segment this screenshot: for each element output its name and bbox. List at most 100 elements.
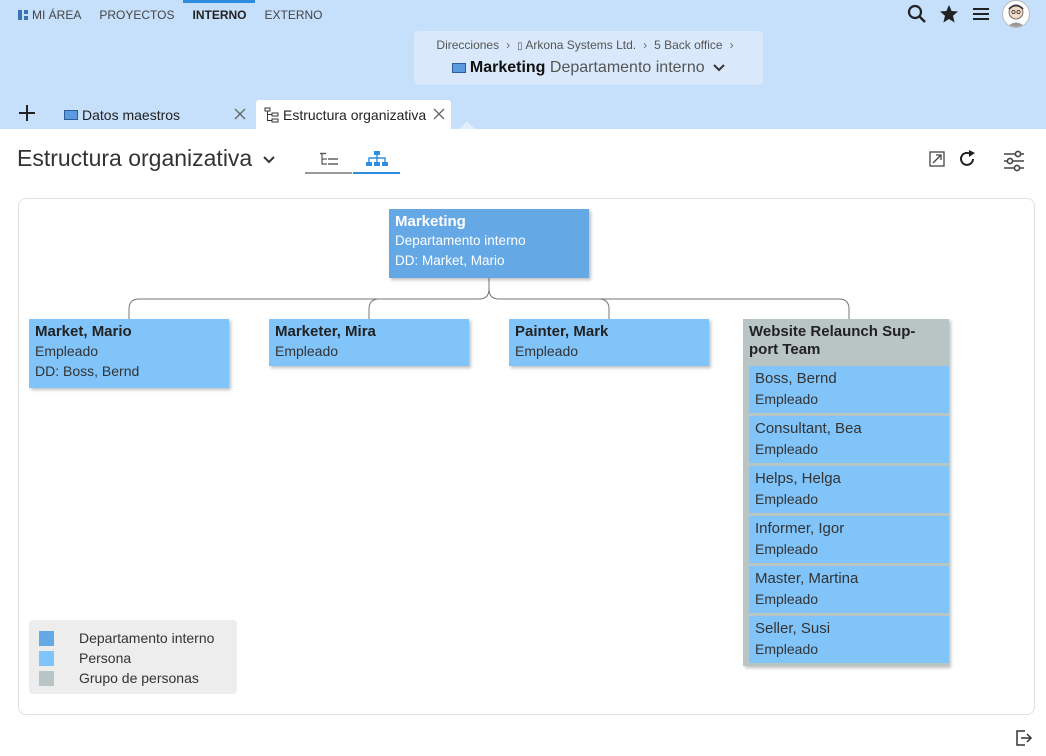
tab-datos-maestros[interactable]: Datos maestros [56, 100, 252, 129]
avatar[interactable] [1002, 0, 1030, 28]
department-icon [451, 62, 466, 73]
list-view-button[interactable] [305, 145, 352, 174]
member-role: Empleado [755, 591, 819, 607]
node-type: Departamento interno [395, 233, 526, 248]
department-icon [64, 109, 78, 120]
breadcrumb-separator: › [729, 38, 734, 52]
breadcrumb-item-company[interactable]: ▯ Arkona Systems Ltd. [517, 38, 636, 52]
nav-label: PROYECTOS [99, 8, 175, 22]
org-node-group[interactable]: Website Relaunch Sup-port Team Boss, Ber… [743, 319, 949, 666]
member-role: Empleado [755, 641, 819, 657]
org-node-person[interactable]: Market, Mario Empleado DD: Boss, Bernd [29, 319, 229, 388]
node-name: Market, Mario [35, 323, 132, 340]
member-role: Empleado [755, 391, 819, 407]
app-header: MI ÁREA PROYECTOS INTERNO EXTERNO Direcc… [0, 0, 1046, 97]
group-member[interactable]: Helps, Helga Empleado [749, 466, 949, 513]
member-name: Master, Martina [755, 570, 859, 587]
member-name: Helps, Helga [755, 470, 841, 487]
close-icon[interactable] [433, 108, 445, 120]
member-name: Seller, Susi [755, 620, 831, 637]
node-dd: DD: Boss, Bernd [35, 363, 140, 379]
nav-interno[interactable]: INTERNO [183, 0, 256, 30]
tab-estructura-organizativa[interactable]: Estructura organizativa [256, 100, 451, 129]
breadcrumb: Direcciones › ▯ Arkona Systems Ltd. › 5 Back… [414, 38, 763, 52]
breadcrumb-item[interactable]: 5 Back office [654, 38, 722, 52]
org-tree-icon [264, 107, 279, 122]
context-type: Departamento interno [549, 59, 705, 76]
legend-item: Grupo de personas [39, 669, 199, 687]
refresh-button[interactable] [956, 148, 978, 170]
nav-label: EXTERNO [264, 8, 323, 22]
member-role: Empleado [755, 541, 819, 557]
nav-label: INTERNO [192, 8, 247, 22]
close-icon[interactable] [234, 108, 246, 120]
expand-button[interactable] [926, 148, 948, 170]
legend-swatch [39, 670, 54, 686]
node-dd: DD: Market, Mario [395, 253, 505, 268]
node-role: Empleado [35, 343, 99, 359]
chevron-down-icon [262, 156, 275, 164]
add-tab-button[interactable] [16, 101, 38, 125]
list-view-icon [319, 152, 338, 165]
member-name: Boss, Bernd [755, 370, 837, 387]
nav-label: MI ÁREA [32, 8, 82, 22]
legend-label: Grupo de personas [79, 670, 199, 686]
nav-proyectos[interactable]: PROYECTOS [90, 0, 183, 30]
node-name: Marketing [395, 213, 466, 230]
legend-swatch [39, 630, 54, 646]
org-node-person[interactable]: Marketer, Mira Empleado [269, 319, 469, 366]
breadcrumb-separator: › [506, 38, 511, 52]
org-chart-view-icon [365, 150, 388, 166]
member-role: Empleado [755, 441, 819, 457]
context-title[interactable]: Marketing Departamento interno [414, 59, 763, 77]
top-navigation: MI ÁREA PROYECTOS INTERNO EXTERNO [18, 0, 332, 30]
nav-externo[interactable]: EXTERNO [255, 0, 331, 30]
context-name: Marketing [469, 59, 546, 76]
node-name: Marketer, Mira [275, 323, 376, 340]
tab-label: Estructura organizativa [283, 106, 427, 123]
settings-sliders-icon [1004, 150, 1024, 172]
group-member[interactable]: Consultant, Bea Empleado [749, 416, 949, 463]
legend-label: Persona [79, 650, 132, 666]
exit-icon[interactable] [1013, 728, 1033, 748]
legend-label: Departamento interno [79, 630, 215, 646]
org-node-person[interactable]: Painter, Mark Empleado [509, 319, 709, 366]
breadcrumb-label: Arkona Systems Ltd. [525, 38, 637, 52]
search-icon[interactable] [906, 3, 928, 25]
page-title[interactable]: Estructura organizativa [17, 145, 275, 172]
breadcrumb-separator: › [643, 38, 648, 52]
node-name: Painter, Mark [515, 323, 609, 340]
chevron-down-icon [713, 64, 725, 72]
legend-swatch [39, 650, 54, 666]
tab-label: Datos maestros [82, 106, 181, 123]
my-area-icon [18, 10, 28, 20]
expand-icon [929, 151, 945, 167]
node-role: Empleado [515, 343, 579, 359]
plus-icon [19, 105, 35, 121]
refresh-icon [960, 150, 975, 166]
header-actions [906, 0, 1030, 28]
tab-notch [459, 121, 475, 129]
org-node-root[interactable]: Marketing Departamento interno DD: Marke… [389, 209, 589, 278]
settings-button[interactable] [1003, 150, 1025, 172]
node-role: Empleado [275, 343, 339, 359]
legend-item: Persona [39, 649, 131, 667]
nav-mi-area[interactable]: MI ÁREA [18, 0, 90, 30]
org-chart-view-button[interactable] [353, 145, 400, 174]
legend-item: Departamento interno [39, 629, 214, 647]
group-member[interactable]: Master, Martina Empleado [749, 566, 949, 613]
menu-icon[interactable] [970, 3, 992, 25]
member-name: Informer, Igor [755, 520, 845, 537]
chart-legend: Departamento interno Persona Grupo de pe… [29, 620, 237, 694]
page-title-text: Estructura organizativa [17, 145, 253, 171]
breadcrumb-item[interactable]: Direcciones [436, 38, 499, 52]
group-member[interactable]: Boss, Bernd Empleado [749, 366, 949, 413]
group-member[interactable]: Seller, Susi Empleado [749, 616, 949, 663]
group-member[interactable]: Informer, Igor Empleado [749, 516, 949, 563]
member-name: Consultant, Bea [755, 420, 862, 437]
group-name: Website Relaunch Sup-port Team [749, 323, 916, 358]
member-role: Empleado [755, 491, 819, 507]
star-icon[interactable] [938, 3, 960, 25]
tab-strip: Datos maestros Estructura organizativa [0, 97, 1046, 129]
breadcrumb-box: Direcciones › ▯ Arkona Systems Ltd. › 5 Back… [414, 31, 763, 85]
